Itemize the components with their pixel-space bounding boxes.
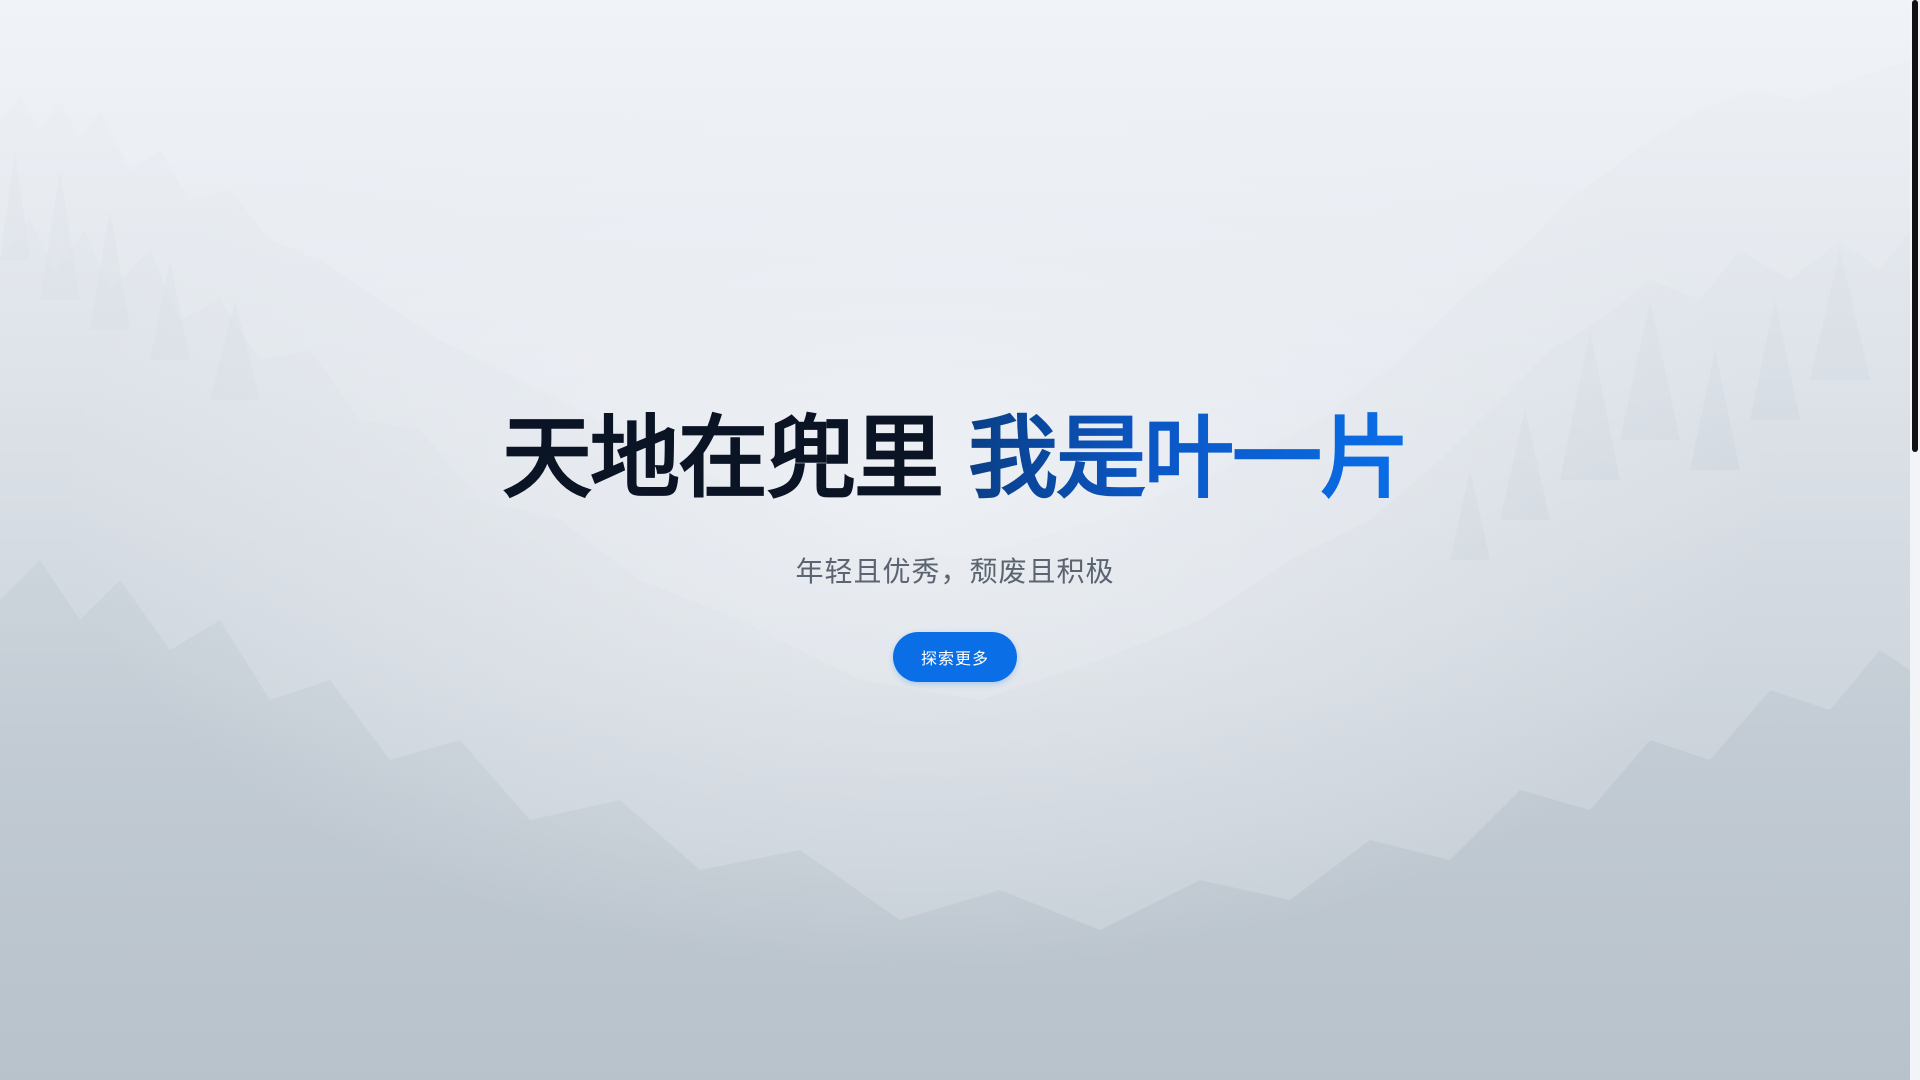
scrollbar-thumb[interactable] — [1912, 0, 1918, 452]
hero-headline: 天地在兜里 我是叶一片 — [0, 404, 1910, 514]
explore-more-button[interactable]: 探索更多 — [893, 632, 1017, 682]
headline-part-1: 天地在兜里 — [502, 406, 944, 511]
hero-subtitle: 年轻且优秀，颓废且积极 — [795, 555, 1115, 588]
vertical-scrollbar[interactable] — [1910, 0, 1920, 1080]
hero-section: 天地在兜里 我是叶一片 年轻且优秀，颓废且积极 探索更多 — [0, 0, 1910, 1080]
headline-part-2: 我是叶一片 — [968, 406, 1410, 511]
landing-page: 天地在兜里 我是叶一片 年轻且优秀，颓废且积极 探索更多 — [0, 0, 1920, 1080]
